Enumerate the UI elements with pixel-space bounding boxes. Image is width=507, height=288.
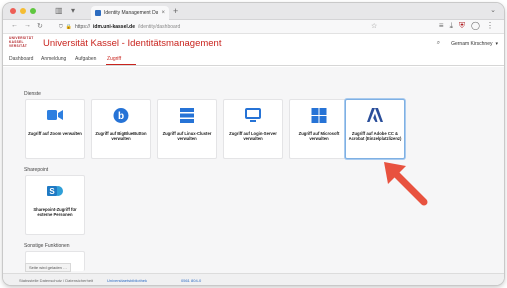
- back-icon[interactable]: ←: [11, 22, 18, 30]
- main-nav: Dashboard Anmeldung Aufgaben Zugriff: [3, 54, 504, 66]
- site-header: UNIVERSITÄT KASSEL VERSITÄT Universität …: [3, 34, 504, 54]
- card-microsoft[interactable]: Zugriff auf Microsoft verwalten: [289, 99, 349, 159]
- new-tab-button[interactable]: +: [173, 6, 178, 16]
- tab-group-icon[interactable]: ▾: [71, 6, 75, 16]
- section-title-dienste: Dienste: [24, 91, 41, 97]
- card-sharepoint-external[interactable]: S Sharepoint-Zugriff für externe Persone…: [25, 175, 85, 235]
- tab-title: Identity Management Dashboard: [104, 10, 159, 16]
- browser-tab[interactable]: Identity Management Dashboard ×: [91, 6, 169, 20]
- nav-item-zugriff[interactable]: Zugriff: [107, 56, 121, 62]
- zoom-camera-icon: [47, 108, 63, 126]
- monitor-icon: [245, 108, 261, 127]
- university-logo[interactable]: UNIVERSITÄT KASSEL VERSITÄT: [9, 36, 37, 48]
- nav-item-dashboard[interactable]: Dashboard: [9, 56, 33, 62]
- user-menu[interactable]: ⌕ Gernam Kirschney ▾: [437, 40, 498, 47]
- card-login-server[interactable]: Zugriff auf Login-Server verwalten: [223, 99, 283, 159]
- close-tab-icon[interactable]: ×: [161, 10, 165, 16]
- svg-text:b: b: [118, 111, 124, 122]
- page-footer: Stabsstelle Datenschutz / Datensicherhei…: [3, 273, 504, 285]
- section-title-sharepoint: Sharepoint: [24, 167, 49, 173]
- svg-text:S: S: [49, 187, 55, 196]
- card-label: Zugriff auf Login-Server verwalten: [229, 131, 277, 142]
- card-label: Zugriff auf BigBlueButton verwalten: [95, 131, 147, 142]
- card-linux-cluster[interactable]: Zugriff auf Linux-Cluster verwalten: [157, 99, 217, 159]
- chevron-down-icon: ▾: [495, 40, 498, 47]
- footer-text: Stabsstelle Datenschutz / Datensicherhei…: [19, 278, 94, 283]
- reload-icon[interactable]: ↻: [37, 22, 43, 30]
- nav-item-anmeldung[interactable]: Anmeldung: [41, 56, 66, 62]
- card-label: Zugriff auf Zoom verwalten: [28, 131, 82, 136]
- extensions-icon[interactable]: ≡: [439, 21, 444, 31]
- tab-strip: ▥ ▾ Identity Management Dashboard × + ⌄: [3, 3, 504, 20]
- profile-icon[interactable]: ◯: [471, 21, 480, 31]
- footer-link-phone[interactable]: 0561 804-0: [181, 278, 201, 283]
- nav-item-aufgaben[interactable]: Aufgaben: [75, 56, 96, 62]
- url-prefix: https://: [75, 24, 91, 30]
- toolbar-icons: ≡ ⤓ ⛨ ◯ ⋮: [439, 21, 494, 31]
- window-controls: [10, 8, 36, 14]
- card-adobe[interactable]: Zugriff auf Adobe CC & Acrobat (Einzelpl…: [345, 99, 405, 159]
- card-bigbluebutton[interactable]: b Zugriff auf BigBlueButton verwalten: [91, 99, 151, 159]
- ublock-icon[interactable]: ⛨: [459, 21, 465, 31]
- maximize-window-button[interactable]: [30, 8, 36, 14]
- download-icon[interactable]: ⤓: [450, 21, 454, 31]
- favicon-icon: [95, 10, 101, 16]
- adobe-logo-icon: [367, 108, 383, 127]
- card-zoom[interactable]: Zugriff auf Zoom verwalten: [25, 99, 85, 159]
- lock-icon: 🔒: [65, 24, 72, 30]
- section-title-sonstige: Sonstige Funktionen: [24, 243, 70, 249]
- url-path: /identity/dashboard: [137, 24, 181, 30]
- windows-logo-icon: [311, 108, 327, 128]
- main-content: Dienste Zugriff auf Zoom verwalten b Zug…: [3, 67, 504, 273]
- bigbluebutton-icon: b: [113, 108, 129, 128]
- forward-icon[interactable]: →: [24, 22, 31, 30]
- sharepoint-icon: S: [47, 184, 63, 203]
- url-host: idm.uni-kassel.de: [93, 24, 135, 30]
- server-stack-icon: [180, 108, 194, 128]
- shield-icon: ⛉: [59, 24, 63, 30]
- card-label: Zugriff auf Linux-Cluster verwalten: [162, 131, 212, 142]
- search-icon[interactable]: ⌕: [437, 40, 440, 47]
- card-label: Sharepoint-Zugriff für externe Personen: [33, 207, 77, 218]
- browser-window: ▥ ▾ Identity Management Dashboard × + ⌄ …: [3, 3, 504, 285]
- card-label: Zugriff auf Microsoft verwalten: [298, 131, 340, 142]
- active-nav-indicator: [106, 64, 136, 65]
- minimize-window-button[interactable]: [20, 8, 26, 14]
- status-tooltip: Seite wird geladen …: [25, 263, 72, 272]
- close-window-button[interactable]: [10, 8, 16, 14]
- user-name: Gernam Kirschney: [451, 40, 493, 47]
- sidebar-toggle-icon[interactable]: ▥: [55, 6, 63, 16]
- url-field[interactable]: ⛉ 🔒 https:// idm.uni-kassel.de /identity…: [59, 22, 389, 32]
- menu-icon[interactable]: ⋮: [486, 21, 494, 31]
- page-title: Universität Kassel - Identitätsmanagemen…: [43, 38, 222, 49]
- card-label: Zugriff auf Adobe CC & Acrobat (Einzelpl…: [348, 131, 402, 142]
- address-bar-row: ← → ↻ ⛉ 🔒 https:// idm.uni-kassel.de /id…: [3, 20, 504, 34]
- tab-list-chevron-icon[interactable]: ⌄: [490, 6, 496, 14]
- bookmark-star-icon[interactable]: ☆: [371, 22, 377, 30]
- nav-buttons: ← → ↻: [11, 22, 43, 30]
- footer-link-library[interactable]: Universitaetsbibliothek: [107, 278, 147, 283]
